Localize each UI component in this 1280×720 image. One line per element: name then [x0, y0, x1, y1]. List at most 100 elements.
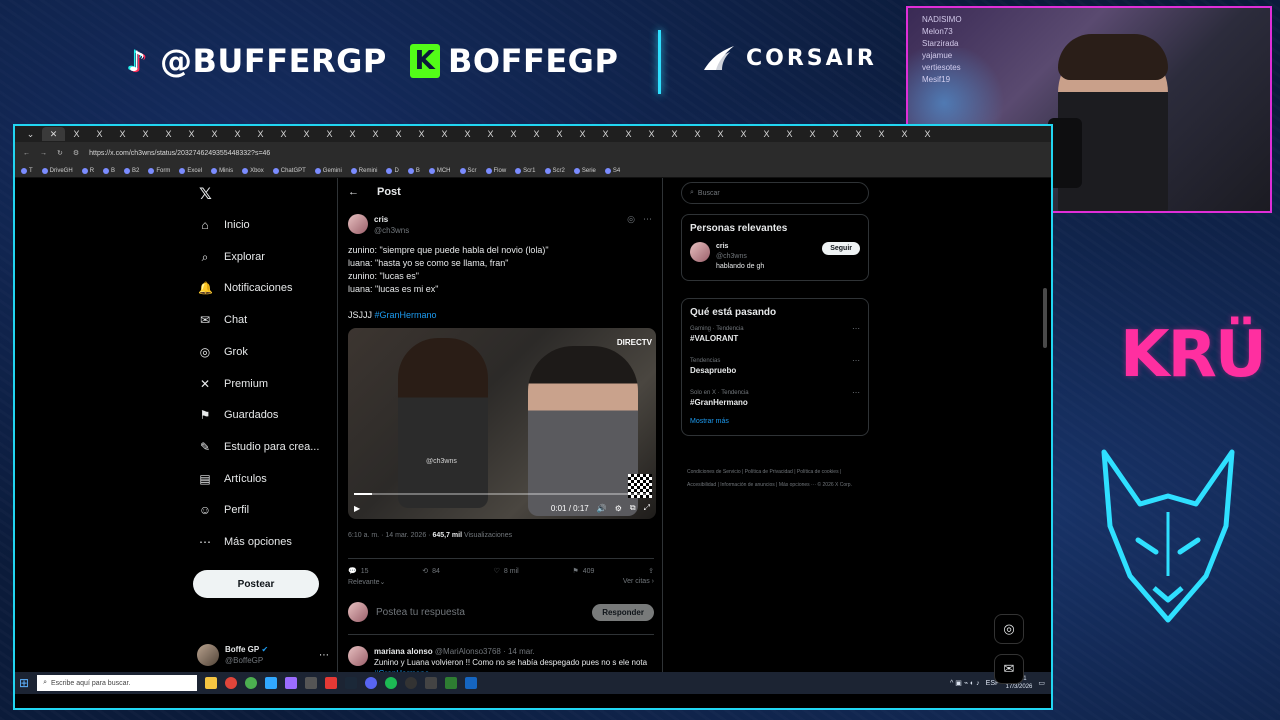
bookmark-item[interactable]: T — [21, 167, 33, 174]
sort-dropdown[interactable]: Relevante⌄ — [348, 578, 385, 586]
bookmark-item[interactable]: Scr2 — [544, 167, 565, 174]
bookmark-item[interactable]: Gemini — [314, 167, 342, 174]
nav-item[interactable]: ⚑ Guardados — [198, 408, 279, 422]
reload-icon[interactable]: ↻ — [57, 149, 63, 157]
trend-item[interactable]: Gaming · Tendencia #VALORANT ⋯ — [682, 318, 868, 350]
hashtag-link[interactable]: #GranHermano — [375, 310, 437, 320]
grok-icon[interactable]: ◎ — [627, 214, 635, 225]
bookmark-item[interactable]: R — [81, 167, 94, 174]
windows-start-icon[interactable]: ⊞ — [19, 676, 29, 690]
browser-tab[interactable]: X — [617, 127, 640, 141]
browser-tab[interactable]: X — [870, 127, 893, 141]
browser-tab[interactable]: X — [847, 127, 870, 141]
bookmark-item[interactable]: Flow — [485, 167, 506, 174]
browser-tab[interactable]: X — [203, 127, 226, 141]
nav-item[interactable]: ✉ Chat — [198, 313, 247, 327]
browser-tab[interactable]: X — [778, 127, 801, 141]
browser-tab[interactable]: X — [410, 127, 433, 141]
browser-tab[interactable]: X — [548, 127, 571, 141]
bookmark-item[interactable]: Xbox — [242, 167, 264, 174]
browser-tab[interactable]: X — [640, 127, 663, 141]
app-icon[interactable] — [305, 677, 318, 689]
grok-icon[interactable]: ◎ — [994, 614, 1024, 644]
browser-tab[interactable]: X — [341, 127, 364, 141]
show-more-link[interactable]: Mostrar más — [682, 414, 868, 435]
reply-input[interactable]: Postea tu respuesta — [376, 607, 584, 618]
discord-icon[interactable] — [365, 677, 378, 689]
reply-count[interactable]: 💬 15 — [348, 567, 369, 576]
relevant-user[interactable]: cris @ch3wns hablando de gh Seguir — [682, 234, 868, 280]
nav-item[interactable]: 🔔 Notificaciones — [198, 281, 292, 295]
browser-tab[interactable]: X — [295, 127, 318, 141]
browser-tab[interactable]: X — [916, 127, 939, 141]
pip-icon[interactable]: ⧉ — [630, 503, 636, 513]
more-icon[interactable]: ⋯ — [852, 388, 860, 398]
bookmark-item[interactable]: Scr1 — [515, 167, 536, 174]
premiere-icon[interactable] — [285, 677, 298, 689]
site-info-icon[interactable]: ⚙ — [73, 149, 79, 157]
fullscreen-icon[interactable]: ⤢ — [644, 503, 650, 513]
volume-icon[interactable]: 🔊 — [597, 504, 607, 513]
browser-tab[interactable]: X — [272, 127, 295, 141]
nav-item[interactable]: ◎ Grok — [198, 345, 248, 359]
nav-item[interactable]: ▤ Artículos — [198, 472, 266, 486]
back-icon[interactable]: ← — [23, 150, 30, 157]
app-icon[interactable] — [465, 677, 478, 689]
forward-icon[interactable]: → — [40, 150, 47, 157]
browser-tab[interactable]: X — [755, 127, 778, 141]
trend-item[interactable]: Solo en X · Tendencia #GranHermano ⋯ — [682, 382, 868, 414]
bookmark-item[interactable]: DriveGH — [41, 167, 73, 174]
share-icon[interactable]: ⇪ — [648, 567, 654, 575]
messages-icon[interactable]: ✉ — [994, 654, 1024, 684]
bookmark-item[interactable]: Serie — [573, 167, 596, 174]
search-input[interactable]: ⌕ Buscar — [681, 182, 869, 204]
app-icon[interactable] — [225, 677, 238, 689]
repost-count[interactable]: ⟲ 84 — [422, 567, 440, 576]
browser-tab[interactable]: X — [433, 127, 456, 141]
photoshop-icon[interactable] — [265, 677, 278, 689]
browser-tab[interactable]: X — [824, 127, 847, 141]
browser-tab[interactable]: X — [479, 127, 502, 141]
chrome-icon[interactable] — [245, 677, 258, 689]
browser-tab[interactable]: X — [502, 127, 525, 141]
browser-tab[interactable]: X — [456, 127, 479, 141]
nav-item[interactable]: ⋯ Más opciones — [198, 535, 292, 549]
bookmark-item[interactable]: D — [386, 167, 399, 174]
more-icon[interactable]: ⋯ — [643, 214, 652, 225]
bookmark-item[interactable]: Remini — [350, 167, 377, 174]
bookmark-item[interactable]: B — [407, 167, 420, 174]
browser-tab[interactable]: X — [226, 127, 249, 141]
bookmark-item[interactable]: S4 — [604, 167, 620, 174]
bookmark-item[interactable]: ChatGPT — [272, 167, 306, 174]
browser-tab[interactable]: X — [732, 127, 755, 141]
browser-tab[interactable]: X — [594, 127, 617, 141]
bookmark-item[interactable]: B — [103, 167, 115, 174]
browser-tab[interactable]: X — [801, 127, 824, 141]
account-switcher[interactable]: Boffe GP ✔ @BoffeGP ⋯ — [197, 644, 329, 666]
video-player[interactable]: DIRECTV @ch3wns ▶ 0:01 / 0:17 🔊 ⚙ ⧉ ⤢ — [348, 328, 656, 519]
browser-tab[interactable]: X — [525, 127, 548, 141]
video-progress-bar[interactable] — [354, 493, 650, 495]
more-icon[interactable]: ⋯ — [319, 650, 329, 661]
app-icon[interactable] — [425, 677, 438, 689]
browser-tab[interactable]: X — [364, 127, 387, 141]
bookmark-item[interactable]: MCH — [428, 167, 451, 174]
post-button[interactable]: Postear — [193, 570, 319, 598]
tweet-author[interactable]: cris @ch3wns — [348, 214, 409, 236]
browser-tab[interactable]: X — [157, 127, 180, 141]
browser-tab[interactable]: X — [893, 127, 916, 141]
taskbar-search[interactable]: ⌕ Escribe aquí para buscar. — [37, 675, 198, 691]
tab-list-button[interactable]: ⌄ — [19, 127, 42, 141]
bookmark-item[interactable]: Minis — [211, 167, 233, 174]
scrollbar[interactable] — [1043, 288, 1047, 348]
file-explorer-icon[interactable] — [205, 677, 218, 689]
bookmark-count[interactable]: ⚑ 409 — [572, 567, 594, 576]
spotify-icon[interactable] — [385, 677, 398, 689]
like-count[interactable]: ♡ 8 mil — [494, 567, 519, 576]
steam-icon[interactable] — [345, 677, 358, 689]
play-icon[interactable]: ▶ — [354, 504, 360, 513]
nav-item[interactable]: ⌕ Explorar — [198, 250, 265, 265]
settings-icon[interactable]: ⚙ — [615, 504, 622, 513]
notifications-icon[interactable]: ▭ — [1038, 679, 1045, 687]
app-icon[interactable] — [445, 677, 458, 689]
